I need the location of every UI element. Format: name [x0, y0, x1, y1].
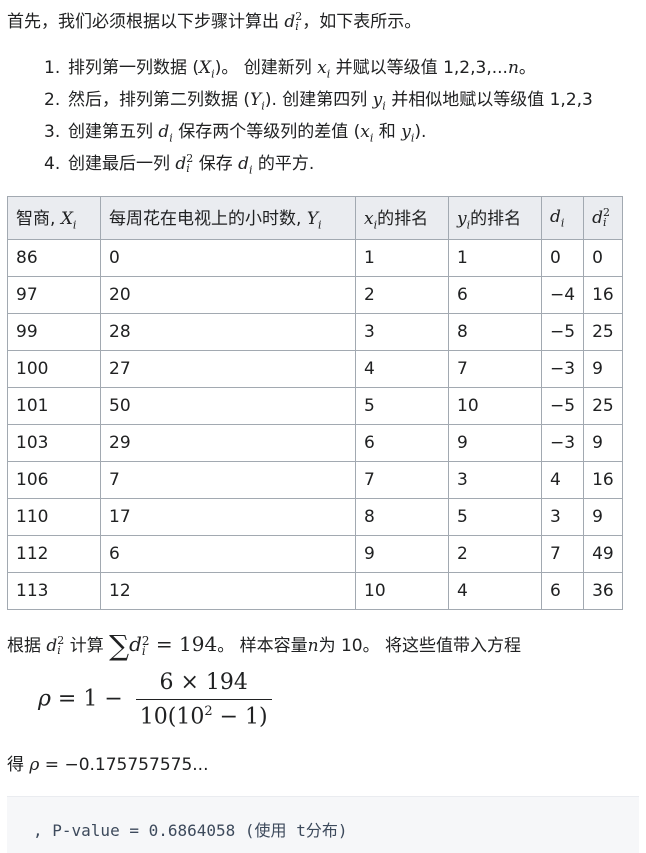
table-cell: 27 — [100, 350, 356, 388]
code-block: , P-value = 0.6864058 (使用 t分布) — [7, 796, 639, 853]
table-cell: 0 — [100, 239, 356, 277]
table-cell: 49 — [583, 535, 624, 573]
table-row: 110 17 8 5 3 9 — [7, 498, 624, 536]
table-cell: 106 — [7, 461, 101, 499]
header-d-squared: d2i — [583, 196, 624, 240]
table-cell: 16 — [583, 276, 624, 314]
header-tv-hours: 每周花在电视上的小时数, Yi — [100, 196, 356, 240]
table-cell: 99 — [7, 313, 101, 351]
table-cell: 10 — [355, 572, 449, 610]
table-cell: 4 — [448, 572, 542, 610]
table-cell: 4 — [355, 350, 449, 388]
table-cell: 29 — [100, 424, 356, 462]
table-cell: 112 — [7, 535, 101, 573]
table-cell: 5 — [355, 387, 449, 425]
table-cell: 10 — [448, 387, 542, 425]
table-cell: 1 — [355, 239, 449, 277]
table-cell: 0 — [583, 239, 624, 277]
table-cell: 0 — [540, 239, 585, 277]
table-cell: 6 — [540, 572, 585, 610]
table-row: 100 27 4 7 −3 9 — [7, 350, 624, 388]
table-cell: 9 — [355, 535, 449, 573]
table-cell: 25 — [583, 387, 624, 425]
table-cell: 6 — [448, 276, 542, 314]
table-cell: 9 — [448, 424, 542, 462]
step-item: 1. 排列第一列数据 (Xi)。 创建新列 xi 并赋以等级值 1,2,3,...… — [44, 58, 536, 81]
table-cell: 8 — [355, 498, 449, 536]
table-row: 112 6 9 2 7 49 — [7, 535, 624, 573]
step-item: 2. 然后，排列第二列数据 (Yi). 创建第四列 yi 并相似地赋以等级值 1,… — [44, 90, 593, 113]
table-cell: 9 — [583, 498, 624, 536]
table-cell: 6 — [355, 424, 449, 462]
table-cell: 101 — [7, 387, 101, 425]
table-cell: −5 — [540, 387, 585, 425]
step-item: 3. 创建第五列 di 保存两个等级列的差值 (xi 和 yi). — [44, 122, 427, 145]
table-cell: −3 — [540, 424, 585, 462]
header-rank-x: xi的排名 — [355, 196, 449, 240]
table-cell: 20 — [100, 276, 356, 314]
header-iq: 智商, Xi — [7, 196, 101, 240]
table-cell: 113 — [7, 572, 101, 610]
step-item: 4. 创建最后一列 d2i 保存 di 的平方. — [44, 152, 315, 177]
table-row: 103 29 6 9 −3 9 — [7, 424, 624, 462]
sum-paragraph: 根据 d2i 计算 ∑d 2 i = 194。 样本容量n为 10。 将这些值带入方… — [7, 629, 522, 662]
table-header-row: 智商, Xi 每周花在电视上的小时数, Yi xi的排名 yi的排名 di d2… — [7, 196, 624, 240]
steps-list: 1. 排列第一列数据 (Xi)。 创建新列 xi 并赋以等级值 1,2,3,...… — [44, 52, 593, 180]
table-cell: 3 — [355, 313, 449, 351]
table-cell: 28 — [100, 313, 356, 351]
table-cell: 3 — [540, 498, 585, 536]
table-cell: 1 — [448, 239, 542, 277]
table-cell: 25 — [583, 313, 624, 351]
table-cell: 8 — [448, 313, 542, 351]
table-cell: 16 — [583, 461, 624, 499]
formula-denominator: 10(102 − 1) — [139, 704, 268, 730]
intro-paragraph: 首先，我们必须根据以下步骤计算出 d 2 i ，如下表所示。 — [7, 10, 421, 34]
table-cell: 7 — [448, 350, 542, 388]
table-cell: 12 — [100, 572, 356, 610]
ranking-table: 智商, Xi 每周花在电视上的小时数, Yi xi的排名 yi的排名 di d2… — [7, 196, 624, 610]
table-row: 101 50 5 10 −5 25 — [7, 387, 624, 425]
table-cell: 36 — [583, 572, 624, 610]
code-line: , P-value = 0.6864058 (使用 t分布) — [33, 821, 348, 840]
formula-fraction: 6 × 194 10(102 − 1) — [135, 670, 272, 730]
table-cell: −4 — [540, 276, 585, 314]
table-row: 99 28 3 8 −5 25 — [7, 313, 624, 351]
table-cell: 7 — [355, 461, 449, 499]
table-cell: −3 — [540, 350, 585, 388]
spearman-formula: ρ = 1 − 6 × 194 10(102 − 1) — [38, 670, 272, 729]
table-cell: 7 — [100, 461, 356, 499]
formula-numerator: 6 × 194 — [135, 670, 272, 700]
table-cell: 4 — [540, 461, 585, 499]
table-cell: 3 — [448, 461, 542, 499]
header-d: di — [540, 196, 585, 240]
table-cell: −5 — [540, 313, 585, 351]
table-body: 86 0 1 1 0 0 97 20 2 6 −4 16 99 28 3 8 −5 25 100 27 4 7 −3 9 101… — [7, 239, 624, 610]
table-cell: 2 — [355, 276, 449, 314]
table-cell: 9 — [583, 424, 624, 462]
table-cell: 9 — [583, 350, 624, 388]
header-rank-y: yi的排名 — [448, 196, 542, 240]
table-cell: 50 — [100, 387, 356, 425]
result-line: 得 ρ = −0.175757575... — [7, 755, 209, 775]
table-cell: 97 — [7, 276, 101, 314]
table-row: 97 20 2 6 −4 16 — [7, 276, 624, 314]
intro-text-before: 首先，我们必须根据以下步骤计算出 — [7, 12, 285, 32]
table-cell: 17 — [100, 498, 356, 536]
table-cell: 5 — [448, 498, 542, 536]
table-cell: 103 — [7, 424, 101, 462]
table-row: 106 7 7 3 4 16 — [7, 461, 624, 499]
table-row: 86 0 1 1 0 0 — [7, 239, 624, 277]
sum-symbol: ∑ — [109, 629, 130, 662]
math-d: d — [284, 12, 296, 32]
table-cell: 7 — [540, 535, 585, 573]
table-cell: 6 — [100, 535, 356, 573]
table-cell: 110 — [7, 498, 101, 536]
table-cell: 2 — [448, 535, 542, 573]
table-cell: 86 — [7, 239, 101, 277]
table-cell: 100 — [7, 350, 101, 388]
table-row: 113 12 10 4 6 36 — [7, 572, 624, 610]
intro-text-after: ，如下表所示。 — [302, 12, 422, 32]
